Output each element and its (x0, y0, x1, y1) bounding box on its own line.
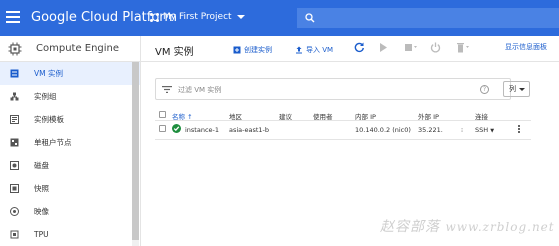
tpu-icon (10, 230, 19, 239)
sidebar-header: Compute Engine (0, 36, 140, 62)
sidebar-item-snapshots[interactable]: 快照 (0, 177, 140, 200)
instance-template-icon (10, 115, 19, 124)
ssh-button[interactable]: SSH ▼ (475, 126, 494, 134)
project-icon (150, 12, 159, 22)
help-icon[interactable]: ? (480, 85, 489, 94)
filter-placeholder: 过滤 VM 实例 (178, 86, 222, 94)
create-instance-label: 创建实例 (244, 46, 272, 54)
watermark-url: www.zrblog.net (445, 220, 555, 234)
sidebar-item-label: 磁盘 (34, 161, 49, 170)
sole-tenant-icon (10, 138, 19, 147)
project-name: My First Project (163, 12, 232, 22)
add-box-icon (233, 46, 241, 54)
row-divider (155, 139, 531, 140)
instance-external-ip: 35.221. (418, 126, 443, 134)
search-input[interactable] (297, 8, 559, 28)
status-running-icon (172, 124, 181, 133)
search-icon (305, 13, 315, 23)
disk-icon (10, 161, 19, 170)
snapshot-icon (10, 184, 19, 193)
delete-icon[interactable] (456, 42, 470, 53)
watermark: 赵容部落 www.zrblog.net (380, 216, 555, 236)
power-icon[interactable] (430, 42, 441, 53)
chevron-down-icon (519, 87, 525, 91)
sidebar-item-label: 快照 (34, 184, 49, 193)
sidebar-item-label: 映像 (34, 207, 49, 216)
instance-group-icon (10, 92, 19, 101)
stop-icon[interactable] (404, 42, 418, 53)
sidebar-scrollbar[interactable] (132, 62, 139, 246)
filter-icon (162, 86, 172, 93)
select-all-checkbox[interactable] (159, 111, 166, 118)
menu-icon[interactable] (6, 11, 20, 23)
sidebar-item-label: VM 实例 (34, 69, 63, 78)
chevron-down-icon (236, 15, 245, 19)
sidebar-title: Compute Engine (36, 43, 120, 54)
row-checkbox[interactable] (159, 125, 166, 132)
refresh-icon[interactable] (354, 42, 365, 53)
header-divider (155, 120, 531, 121)
import-vm-button[interactable]: 导入 VM (295, 45, 333, 55)
image-icon (10, 207, 19, 216)
sidebar: Compute Engine VM 实例 实例组 实例模板 单租户节点 磁盘 快… (0, 36, 141, 246)
chevron-down-icon: ▼ (490, 128, 495, 134)
columns-button[interactable]: 列 (503, 81, 530, 97)
sidebar-item-label: TPU (34, 230, 49, 239)
upload-icon (296, 46, 302, 54)
sidebar-item-label: 实例模板 (34, 115, 64, 124)
more-actions-icon[interactable] (518, 125, 521, 135)
page-title: VM 实例 (155, 47, 194, 58)
sidebar-item-tpu[interactable]: TPU (0, 223, 140, 246)
show-info-panel-button[interactable]: 显示信息面板 (505, 42, 547, 52)
project-selector[interactable]: My First Project (150, 12, 245, 22)
external-ip-menu[interactable]: ⁝ (461, 126, 463, 134)
sidebar-item-vm-instances[interactable]: VM 实例 (0, 62, 140, 85)
sidebar-item-instance-groups[interactable]: 实例组 (0, 85, 140, 108)
vm-instance-icon (10, 69, 19, 78)
instance-internal-ip: 10.140.0.2 (nic0) (355, 126, 411, 134)
compute-engine-icon (8, 42, 22, 55)
columns-label: 列 (509, 85, 516, 93)
watermark-text: 赵容部落 (380, 219, 440, 235)
top-bar: Google Cloud Platform My First Project (0, 0, 559, 36)
import-vm-label: 导入 VM (306, 46, 334, 54)
create-instance-button[interactable]: 创建实例 (233, 45, 272, 55)
sidebar-item-disks[interactable]: 磁盘 (0, 154, 140, 177)
scrollbar-thumb[interactable] (132, 62, 139, 240)
page-header: VM 实例 创建实例 导入 VM 显示信息面板 (141, 36, 559, 62)
sidebar-item-instance-templates[interactable]: 实例模板 (0, 108, 140, 131)
instance-name-link[interactable]: instance-1 (185, 126, 219, 134)
sidebar-item-sole-tenant-nodes[interactable]: 单租户节点 (0, 131, 140, 154)
sidebar-item-label: 单租户节点 (34, 138, 72, 147)
sidebar-item-images[interactable]: 映像 (0, 200, 140, 223)
instance-zone: asia-east1-b (229, 126, 270, 134)
sidebar-item-label: 实例组 (34, 92, 57, 101)
filter-input[interactable]: 过滤 VM 实例 (155, 78, 511, 100)
start-icon[interactable] (378, 42, 388, 53)
